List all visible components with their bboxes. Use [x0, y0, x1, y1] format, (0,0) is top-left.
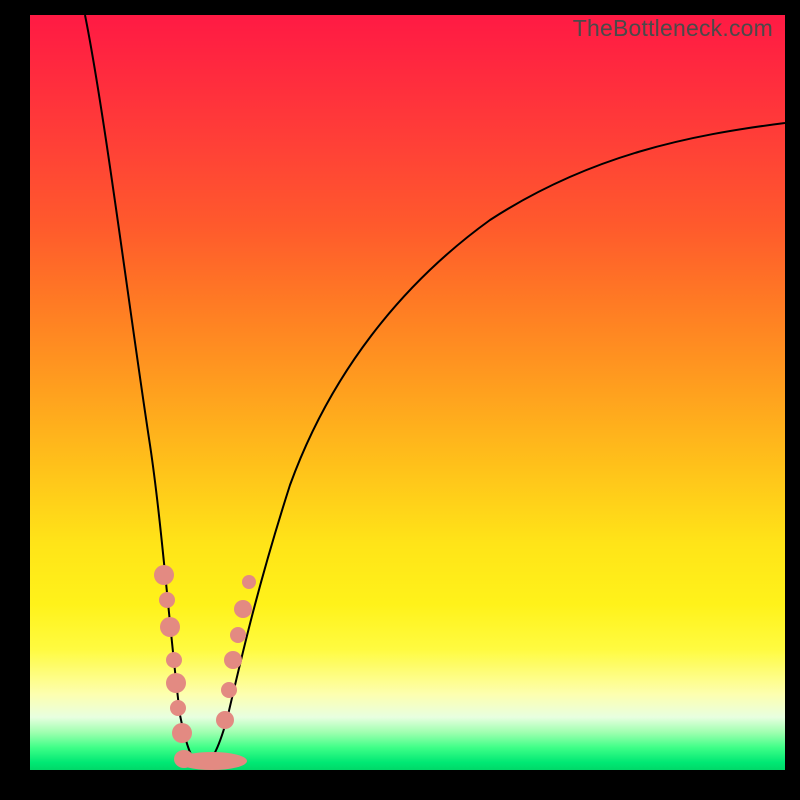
marker-dot [242, 575, 256, 589]
marker-dot [159, 592, 175, 608]
marker-dot [160, 617, 180, 637]
plot-area: TheBottleneck.com [30, 15, 785, 770]
bottleneck-curve-left [85, 15, 202, 768]
marker-dot [221, 682, 237, 698]
marker-dot [224, 651, 242, 669]
marker-bottom-blob-left [174, 750, 194, 768]
bottleneck-curve-right [202, 123, 785, 768]
marker-dot [170, 700, 186, 716]
marker-dot [172, 723, 192, 743]
marker-dot [166, 673, 186, 693]
chart-svg [30, 15, 785, 770]
marker-dot [234, 600, 252, 618]
marker-dot [230, 627, 246, 643]
marker-dot [166, 652, 182, 668]
marker-dot [154, 565, 174, 585]
marker-dot [216, 711, 234, 729]
